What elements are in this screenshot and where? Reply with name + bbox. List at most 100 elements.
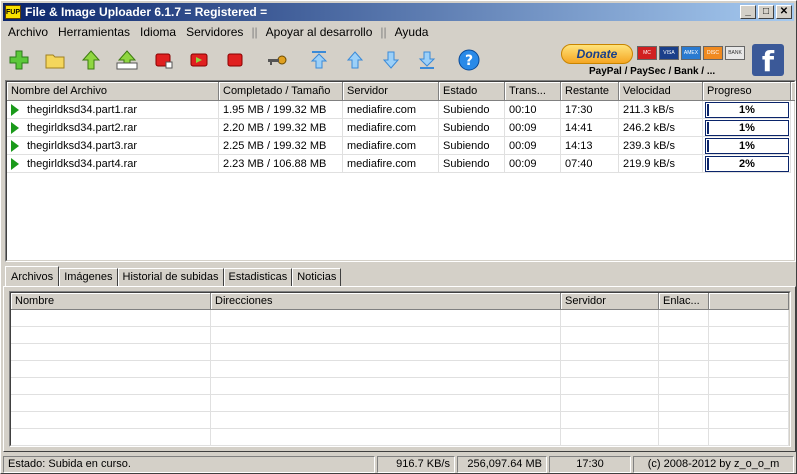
empty-cell [709, 412, 789, 429]
progress-text: 1% [739, 122, 755, 134]
file-name: thegirldksd34.part2.rar [27, 122, 138, 134]
cell-speed[interactable]: 246.2 kB/s [619, 119, 703, 137]
visa-icon: VISA [659, 46, 679, 60]
cell-name[interactable]: thegirldksd34.part2.rar [7, 119, 219, 137]
donate-button[interactable]: Donate [561, 44, 633, 64]
tab-imagenes[interactable]: Imágenes [59, 268, 118, 287]
tab-estadisticas[interactable]: Estadisticas [223, 268, 293, 287]
progress-text: 1% [739, 140, 755, 152]
svg-text:?: ? [465, 53, 473, 69]
header-col-speed[interactable]: Velocidad [619, 82, 703, 101]
maximize-button[interactable]: □ [758, 5, 774, 19]
move-up-all-button[interactable] [113, 46, 141, 74]
files-list[interactable]: Nombre Direcciones Servidor Enlac... [9, 291, 791, 447]
tab-historial[interactable]: Historial de subidas [117, 268, 224, 287]
cell-server[interactable]: mediafire.com [343, 101, 439, 119]
cell-name[interactable]: thegirldksd34.part4.rar [7, 155, 219, 173]
cell-remaining[interactable]: 14:41 [561, 119, 619, 137]
add-file-button[interactable] [5, 46, 33, 74]
empty-cell [11, 412, 211, 429]
header-col-server[interactable]: Servidor [343, 82, 439, 101]
cell-completed[interactable]: 2.20 MB / 199.32 MB [219, 119, 343, 137]
file-name: thegirldksd34.part4.rar [27, 158, 138, 170]
move-top-button[interactable] [305, 46, 333, 74]
cell-trans[interactable]: 00:09 [505, 137, 561, 155]
header-col-name[interactable]: Nombre del Archivo [7, 82, 219, 101]
menu-archivo[interactable]: Archivo [3, 25, 53, 39]
header-direcciones[interactable]: Direcciones [211, 293, 561, 310]
cell-speed[interactable]: 239.3 kB/s [619, 137, 703, 155]
bank-icon: BANK [725, 46, 745, 60]
cell-status[interactable]: Subiendo [439, 101, 505, 119]
title-bar[interactable]: FUP File & Image Uploader 6.1.7 = Regist… [3, 3, 794, 21]
cell-remaining[interactable]: 07:40 [561, 155, 619, 173]
empty-cell [709, 344, 789, 361]
cell-completed[interactable]: 1.95 MB / 199.32 MB [219, 101, 343, 119]
tab-bar: Archivos Imágenes Historial de subidas E… [5, 266, 342, 287]
start-button[interactable] [185, 46, 213, 74]
cell-name[interactable]: thegirldksd34.part3.rar [7, 137, 219, 155]
move-up-one-button[interactable] [341, 46, 369, 74]
empty-cell [11, 310, 211, 327]
menu-idioma[interactable]: Idioma [135, 25, 181, 39]
stop-all-button[interactable] [221, 46, 249, 74]
play-icon [11, 140, 19, 153]
empty-cell [11, 395, 211, 412]
play-icon [11, 122, 19, 135]
header-nombre[interactable]: Nombre [11, 293, 211, 310]
cell-remaining[interactable]: 14:13 [561, 137, 619, 155]
menu-apoyar[interactable]: Apoyar al desarrollo [261, 25, 378, 39]
file-name: thegirldksd34.part3.rar [27, 140, 138, 152]
cell-status[interactable]: Subiendo [439, 119, 505, 137]
empty-cell [659, 344, 709, 361]
header-col-completed[interactable]: Completado / Tamaño [219, 82, 343, 101]
progress-bar: 1% [705, 120, 789, 136]
help-icon: ? [458, 49, 480, 71]
move-bottom-button[interactable] [413, 46, 441, 74]
tab-archivos[interactable]: Archivos [5, 266, 60, 287]
cell-speed[interactable]: 211.3 kB/s [619, 101, 703, 119]
move-bottom-icon [418, 51, 436, 69]
cell-speed[interactable]: 219.9 kB/s [619, 155, 703, 173]
cell-trans[interactable]: 00:09 [505, 119, 561, 137]
cell-server[interactable]: mediafire.com [343, 137, 439, 155]
menu-ayuda[interactable]: Ayuda [390, 25, 434, 39]
tab-noticias[interactable]: Noticias [292, 268, 342, 287]
empty-cell [561, 327, 659, 344]
toolbar: ? Donate MC VISA AMEX DISC BANK PayPal /… [3, 42, 794, 78]
facebook-icon[interactable]: f [752, 44, 784, 78]
status-speed: 916.7 KB/s [377, 456, 455, 473]
minimize-button[interactable]: _ [740, 5, 756, 19]
cell-completed[interactable]: 2.25 MB / 199.32 MB [219, 137, 343, 155]
header-col-remaining[interactable]: Restante [561, 82, 619, 101]
header-servidor[interactable]: Servidor [561, 293, 659, 310]
header-col-progress[interactable]: Progreso [703, 82, 791, 101]
key-button[interactable] [263, 46, 291, 74]
add-folder-button[interactable] [41, 46, 69, 74]
close-button[interactable]: ✕ [776, 5, 792, 19]
help-button[interactable]: ? [455, 46, 483, 74]
play-icon [11, 104, 19, 117]
menu-servidores[interactable]: Servidores [181, 25, 248, 39]
empty-cell [659, 310, 709, 327]
stop-button[interactable] [149, 46, 177, 74]
cell-status[interactable]: Subiendo [439, 155, 505, 173]
upload-list[interactable]: Nombre del Archivo Completado / Tamaño Ser… [5, 80, 796, 262]
header-col-status[interactable]: Estado [439, 82, 505, 101]
header-col-trans[interactable]: Trans... [505, 82, 561, 101]
move-up-one-icon [346, 51, 364, 69]
cell-completed[interactable]: 2.23 MB / 106.88 MB [219, 155, 343, 173]
cell-trans[interactable]: 00:10 [505, 101, 561, 119]
cell-trans[interactable]: 00:09 [505, 155, 561, 173]
move-down-one-button[interactable] [377, 46, 405, 74]
cell-name[interactable]: thegirldksd34.part1.rar [7, 101, 219, 119]
menu-herramientas[interactable]: Herramientas [53, 25, 135, 39]
move-up-button[interactable] [77, 46, 105, 74]
app-window: FUP File & Image Uploader 6.1.7 = Regist… [0, 0, 797, 474]
cell-server[interactable]: mediafire.com [343, 119, 439, 137]
cell-remaining[interactable]: 17:30 [561, 101, 619, 119]
cell-status[interactable]: Subiendo [439, 137, 505, 155]
cell-server[interactable]: mediafire.com [343, 155, 439, 173]
move-up-icon [81, 50, 101, 70]
header-enlace[interactable]: Enlac... [659, 293, 709, 310]
